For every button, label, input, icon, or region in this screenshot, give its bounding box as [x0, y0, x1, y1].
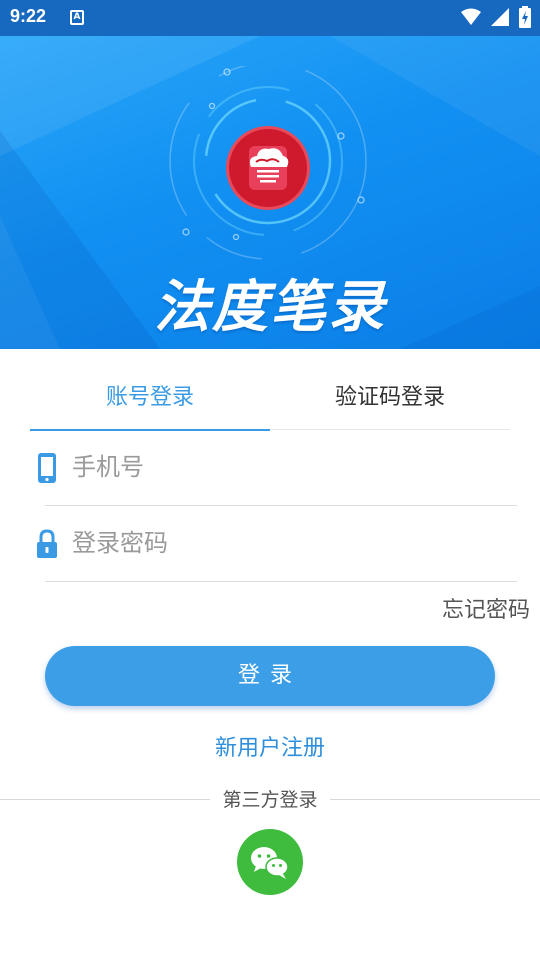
wechat-login-button[interactable] [237, 829, 303, 895]
password-field [30, 506, 517, 582]
third-party-label: 第三方登录 [210, 786, 330, 814]
login-button[interactable]: 登录 [45, 646, 495, 706]
password-underline [45, 581, 517, 582]
phone-field [30, 430, 517, 506]
register-link[interactable]: 新用户注册 [0, 730, 540, 762]
notification-icon: A [70, 10, 84, 25]
password-input[interactable] [72, 520, 502, 566]
tab-sms-login[interactable]: 验证码登录 [270, 370, 510, 430]
wifi-icon [461, 8, 481, 25]
signal-icon [491, 8, 509, 26]
status-bar: 9:22 A [0, 0, 540, 36]
battery-charging-icon [519, 6, 531, 28]
wechat-icon [251, 847, 289, 879]
app-title: 法度笔录 [154, 275, 386, 340]
lock-icon [37, 529, 57, 558]
phone-icon [38, 453, 56, 483]
app-logo [226, 126, 310, 210]
cloud-scroll-logo-icon [249, 146, 289, 190]
forgot-password-link[interactable]: 忘记密码 [442, 592, 530, 624]
third-party-divider: 第三方登录 [0, 786, 540, 814]
phone-input[interactable] [72, 444, 502, 490]
hero-banner: 法度笔录 [0, 36, 540, 349]
login-tabs: 账号登录 验证码登录 [30, 370, 510, 431]
status-time: 9:22 [10, 6, 47, 26]
tab-account-login[interactable]: 账号登录 [30, 370, 270, 431]
status-icons [460, 6, 532, 28]
